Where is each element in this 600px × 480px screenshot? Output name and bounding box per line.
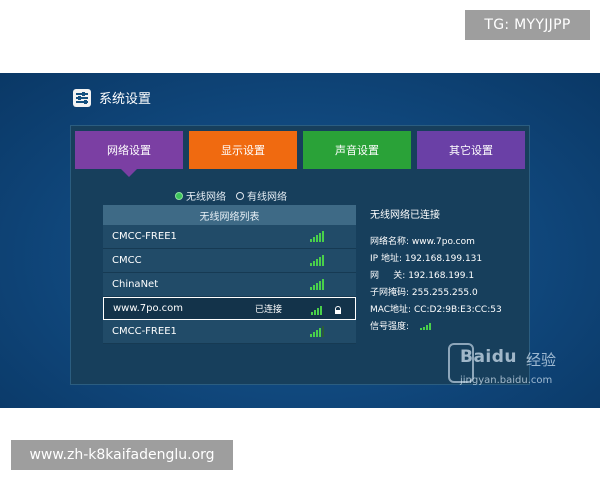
wifi-row[interactable]: CMCC-FREE1 <box>103 320 356 344</box>
wifi-row[interactable]: CMCC <box>103 249 356 273</box>
info-line-gateway: 网 关: 192.168.199.1 <box>370 268 520 285</box>
wifi-list-header: 无线网络列表 <box>103 205 356 225</box>
active-tab-caret-icon <box>121 169 137 177</box>
info-line-subnet: 子网掩码: 255.255.255.0 <box>370 285 520 302</box>
tg-badge: TG: MYYJJPP <box>465 10 590 40</box>
wired-radio[interactable] <box>236 191 244 200</box>
baidu-jingyan-watermark: Baidu 经验 jingyan.baidu.com <box>446 343 596 398</box>
network-type-selector: 无线网络 有线网络 <box>175 188 297 203</box>
watermark-sub: 经验 <box>526 351 557 369</box>
tab-label: 其它设置 <box>449 144 493 157</box>
wifi-ssid: ChinaNet <box>112 279 159 290</box>
wired-radio-label[interactable]: 有线网络 <box>247 188 287 203</box>
info-label: MAC地址: <box>370 305 414 315</box>
tab-display-settings[interactable]: 显示设置 <box>189 131 297 169</box>
url-badge: www.zh-k8kaifadenglu.org <box>11 440 233 470</box>
connection-status-title: 无线网络已连接 <box>370 210 440 221</box>
info-label: IP 地址: <box>370 254 405 264</box>
info-label: 网络名称: <box>370 237 412 247</box>
wireless-radio-label[interactable]: 无线网络 <box>186 188 226 203</box>
info-value: 255.255.255.0 <box>411 288 478 298</box>
tab-network-settings[interactable]: 网络设置 <box>75 131 183 169</box>
wifi-ssid: CMCC-FREE1 <box>112 326 177 337</box>
wifi-connected-status: 已连接 <box>255 305 283 315</box>
wifi-row[interactable]: CMCC-FREE1 <box>103 225 356 249</box>
info-line-signal: 信号强度: <box>370 319 520 336</box>
wifi-signal-icon <box>310 254 324 266</box>
tab-other-settings[interactable]: 其它设置 <box>417 131 525 169</box>
info-line-network-name: 网络名称: www.7po.com <box>370 234 520 251</box>
info-value: 192.168.199.131 <box>404 254 483 264</box>
wireless-radio[interactable] <box>175 191 183 200</box>
info-label: 网 关: <box>370 271 409 281</box>
wifi-ssid: CMCC <box>112 255 142 266</box>
app-header: 系统设置 <box>73 88 151 107</box>
signal-strength-icon <box>419 323 431 330</box>
info-label: 子网掩码: <box>370 288 412 298</box>
settings-sliders-icon <box>73 88 91 107</box>
tab-label: 网络设置 <box>107 144 151 157</box>
connection-info: 无线网络已连接 网络名称: www.7po.com IP 地址: 192.168… <box>370 206 520 336</box>
app-title: 系统设置 <box>99 92 152 107</box>
wifi-list: 无线网络列表 CMCC-FREE1 CMCC ChinaNet www.7po.… <box>103 205 356 344</box>
tv-settings-screen: 系统设置 网络设置 显示设置 声音设置 其它设置 无线网络 有线网络 无线网络列… <box>0 73 600 408</box>
wifi-signal-icon <box>310 325 324 337</box>
info-value: CC:D2:9B:E3:CC:53 <box>413 305 502 315</box>
tab-sound-settings[interactable]: 声音设置 <box>303 131 411 169</box>
info-line-mac: MAC地址: CC:D2:9B:E3:CC:53 <box>370 302 520 319</box>
info-value: www.7po.com <box>411 237 475 247</box>
wifi-signal-icon <box>310 230 324 242</box>
wifi-row-connected[interactable]: www.7po.com 已连接 <box>103 297 356 320</box>
wifi-signal-icon <box>310 278 324 290</box>
wifi-ssid: CMCC-FREE1 <box>112 231 177 242</box>
info-value: 192.168.199.1 <box>408 271 475 281</box>
watermark-url: jingyan.baidu.com <box>460 375 553 386</box>
wifi-ssid: www.7po.com <box>113 303 183 314</box>
wifi-signal-icon <box>311 303 322 315</box>
info-line-ip: IP 地址: 192.168.199.131 <box>370 251 520 268</box>
tab-label: 声音设置 <box>335 144 379 157</box>
info-label: 信号强度: <box>370 322 412 332</box>
tab-label: 显示设置 <box>221 144 265 157</box>
wifi-row[interactable]: ChinaNet <box>103 273 356 297</box>
watermark-brand: Baidu <box>460 347 518 367</box>
lock-icon <box>335 306 341 314</box>
